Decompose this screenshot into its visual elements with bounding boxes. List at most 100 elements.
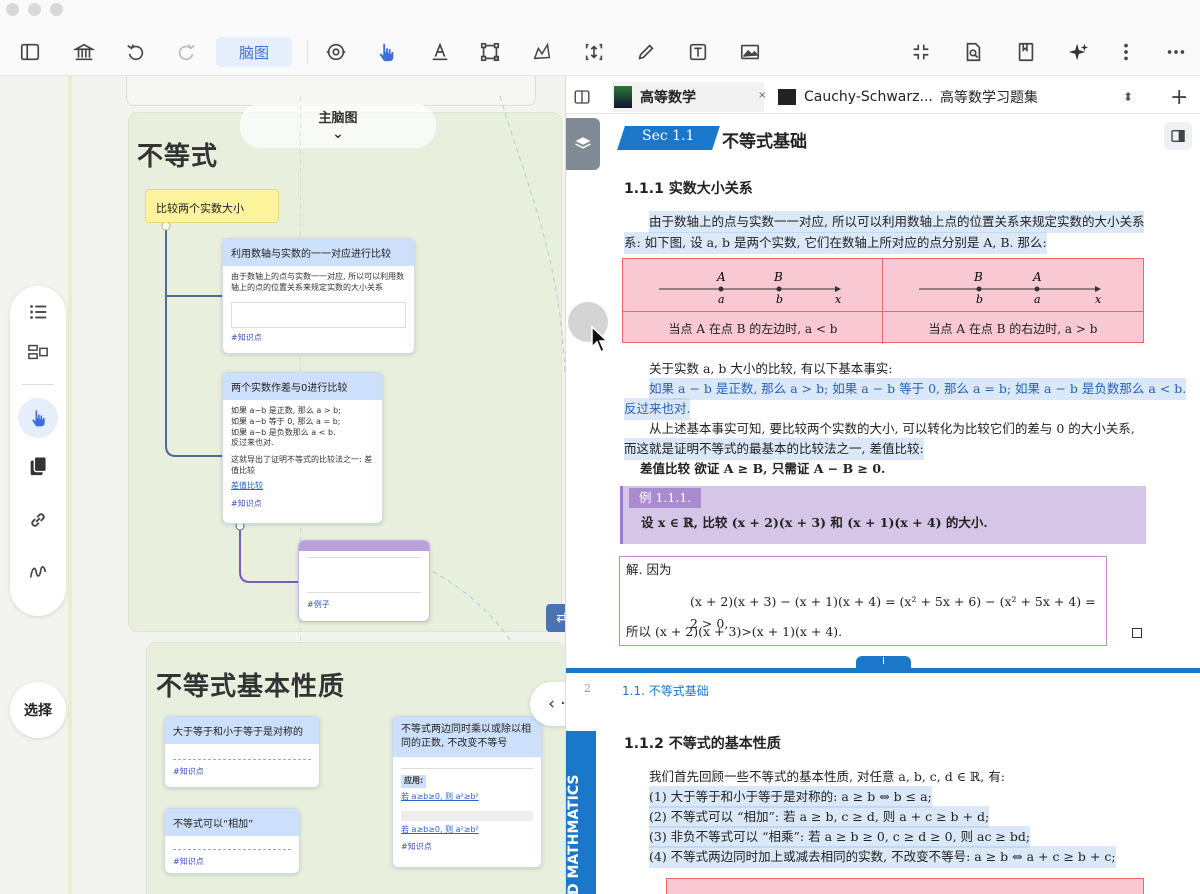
svg-text:b: b: [776, 293, 783, 306]
card-link[interactable]: 差值比较: [231, 481, 374, 492]
number-line-left: A B a b x: [659, 270, 842, 306]
settings-cycle-icon[interactable]: [320, 36, 352, 68]
subsection-heading: 1.1.1 实数大小关系: [624, 181, 753, 197]
card-thumbnail: [401, 810, 533, 821]
list-item: 如果 a−b 等于 0, 那么 a = b;: [231, 416, 341, 426]
paragraph[interactable]: 反过来也对.: [624, 398, 691, 420]
card-thumbnail: [307, 557, 421, 593]
pencil-icon[interactable]: [630, 36, 662, 68]
list-icon[interactable]: [24, 298, 52, 326]
property-item[interactable]: (3) 非负不等式可以 “相乘”: 若 a ≥ b ≥ 0, c ≥ d ≥ 0…: [649, 826, 1031, 848]
library-icon[interactable]: [68, 36, 100, 68]
paragraph[interactable]: 系: 如下图, 设 a, b 是两个实数, 它们在数轴上所对应的点分别是 A, …: [624, 232, 1047, 254]
book-cover-icon: [778, 89, 796, 105]
book-cover-icon: [614, 86, 632, 108]
example-label: 例 1.1.1.: [629, 488, 702, 508]
card-title: 利用数轴与实数的一一对应进行比较: [223, 239, 414, 266]
zoom-window-button[interactable]: [50, 3, 63, 16]
root-node[interactable]: 比较两个实数大小: [145, 189, 279, 223]
group-title-basic-properties: 不等式基本性质: [156, 672, 346, 702]
link-icon[interactable]: [24, 506, 52, 534]
text-box-icon[interactable]: [682, 36, 714, 68]
tab-label: 高等数学习题集: [940, 90, 1038, 106]
card-multiply[interactable]: 不等式两边同时乘以或除以相同的正数, 不改变不等号 应用: 若 a≥b≥0, 则…: [392, 716, 542, 868]
canvas-guide-stripe: [68, 76, 72, 894]
svg-text:B: B: [973, 270, 983, 284]
tab-exercises[interactable]: 高等数学习题集: [940, 82, 1038, 112]
card-number-line[interactable]: 利用数轴与实数的一一对应进行比较 由于数轴上的点与实数一一对应, 所以可以利用数…: [222, 238, 415, 354]
card-tag[interactable]: #知识点: [165, 856, 299, 867]
properties-table: [666, 878, 1144, 894]
hand-pointer-icon[interactable]: [18, 398, 58, 438]
mindmap-canvas[interactable]: 不等式 主脑图 ⌄ 比较两个实数大小 利用数轴与实数的一一对应进行比较 由于数轴…: [0, 76, 565, 894]
number-line-figure: A B a b x 当点 A 在点 B 的左边时, a < b B A b a …: [622, 258, 1144, 344]
tab-cauchy[interactable]: Cauchy-Schwarz...: [778, 82, 938, 112]
card-additive[interactable]: 不等式可以“相加” #知识点: [164, 808, 300, 874]
card-example[interactable]: #例子: [298, 540, 430, 622]
card-tag[interactable]: #知识点: [393, 841, 541, 852]
undo-icon[interactable]: [120, 36, 152, 68]
svg-text:B: B: [773, 270, 783, 284]
layout-icon[interactable]: [24, 338, 52, 366]
minimize-window-button[interactable]: [28, 3, 41, 16]
rectangle-select-icon[interactable]: [474, 36, 506, 68]
sparkle-ai-icon[interactable]: [1062, 36, 1094, 68]
card-tag[interactable]: #知识点: [165, 766, 319, 777]
collapse-icon[interactable]: [905, 36, 937, 68]
property-item[interactable]: (4) 不等式两边同时加上或减去相同的实数, 不改变不等号: a ≥ b ⇔ a…: [649, 846, 1116, 868]
solution-conclusion: 所以 (x + 2)(x + 3)>(x + 1)(x + 4).: [626, 624, 843, 639]
property-item[interactable]: (2) 不等式可以 “相加”: 若 a ≥ b, c ≥ d, 则 a + c …: [649, 806, 990, 828]
svg-text:a: a: [718, 293, 725, 306]
close-window-button[interactable]: [6, 3, 19, 16]
freehand-icon[interactable]: [24, 558, 52, 586]
notebook-icon[interactable]: [1010, 36, 1042, 68]
card-symmetric[interactable]: 大于等于和小于等于是对称的 #知识点: [164, 716, 320, 788]
image-icon[interactable]: [734, 36, 766, 68]
qed-square: [1132, 628, 1142, 638]
property-item[interactable]: (1) 大于等于和小于等于是对称的: a ≥ b ⇔ b ≤ a;: [649, 786, 932, 808]
group-title-inequality: 不等式: [137, 142, 219, 172]
card-link[interactable]: 若 a≥b≥0, 则 a²≥b²: [401, 792, 533, 803]
more-vertical-icon[interactable]: [1110, 36, 1142, 68]
split-view-icon[interactable]: [572, 82, 592, 112]
layers-icon[interactable]: [566, 118, 600, 170]
cards-icon[interactable]: [24, 452, 52, 480]
tab-label: 高等数学: [640, 90, 696, 106]
paragraph[interactable]: 由于数轴上的点与实数一一对应, 所以可以利用数轴上点的位置关系来规定实数的大小关…: [649, 211, 1145, 233]
card-difference[interactable]: 两个实数作差与0进行比较 如果 a−b 是正数, 那么 a > b; 如果 a−…: [222, 372, 383, 524]
running-head: 1.1. 不等式基础: [622, 684, 709, 698]
sidebar-toggle-icon[interactable]: [14, 36, 46, 68]
card-apply-label: 应用:: [401, 775, 427, 788]
solution-heading: 解. 因为: [626, 562, 672, 577]
card-tag[interactable]: #知识点: [223, 498, 382, 509]
document-viewer[interactable]: 高等数学 × Cauchy-Schwarz... 高等数学习题集 ⬍ + Sec…: [565, 76, 1200, 894]
select-button[interactable]: 选择: [10, 682, 66, 738]
example-box[interactable]: 例 1.1.1. 设 x ∈ ℝ, 比较 (x + 2)(x + 3) 和 (x…: [620, 486, 1146, 544]
paragraph[interactable]: 而这就是证明不等式的最基本的比较法之一, 差值比较:: [624, 438, 924, 460]
window-controls: [6, 3, 63, 16]
card-tag[interactable]: #知识点: [223, 332, 414, 343]
sidebar-panel-icon[interactable]: [1164, 122, 1192, 150]
search-document-icon[interactable]: [957, 36, 989, 68]
paragraph[interactable]: 如果 a − b 是正数, 那么 a > b; 如果 a − b 等于 0, 那…: [649, 378, 1187, 400]
mindmap-button[interactable]: 脑图: [216, 37, 292, 67]
text-underline-icon[interactable]: [424, 36, 456, 68]
more-horizontal-icon[interactable]: [1160, 36, 1192, 68]
list-item: 如果 a−b 是正数, 那么 a > b;: [231, 406, 341, 415]
svg-text:x: x: [835, 293, 842, 306]
hand-pointer-icon[interactable]: [370, 36, 402, 68]
swap-direction-icon[interactable]: ⇄: [546, 604, 565, 632]
add-tab-icon[interactable]: +: [1170, 82, 1188, 112]
card-tag[interactable]: #例子: [299, 599, 429, 610]
paragraph: 差值比较 欲证 A ≥ B, 只需证 A − B ≥ 0.: [640, 461, 886, 476]
lasso-icon[interactable]: [526, 36, 558, 68]
redo-icon[interactable]: [170, 36, 202, 68]
card-link[interactable]: 若 a≥b≥0, 则 a²≥b²: [401, 825, 533, 836]
caption-right: 当点 A 在点 B 的右边时, a > b: [883, 311, 1143, 344]
close-tab-icon[interactable]: ×: [758, 80, 766, 110]
tab-higher-math[interactable]: 高等数学: [612, 82, 764, 112]
figure-right: B A b a x 当点 A 在点 B 的右边时, a > b: [883, 259, 1143, 344]
transform-icon[interactable]: [578, 36, 610, 68]
tab-scroll-icon[interactable]: ⬍: [1123, 82, 1133, 112]
solution-box: 解. 因为 (x + 2)(x + 3) − (x + 1)(x + 4) = …: [619, 556, 1107, 646]
